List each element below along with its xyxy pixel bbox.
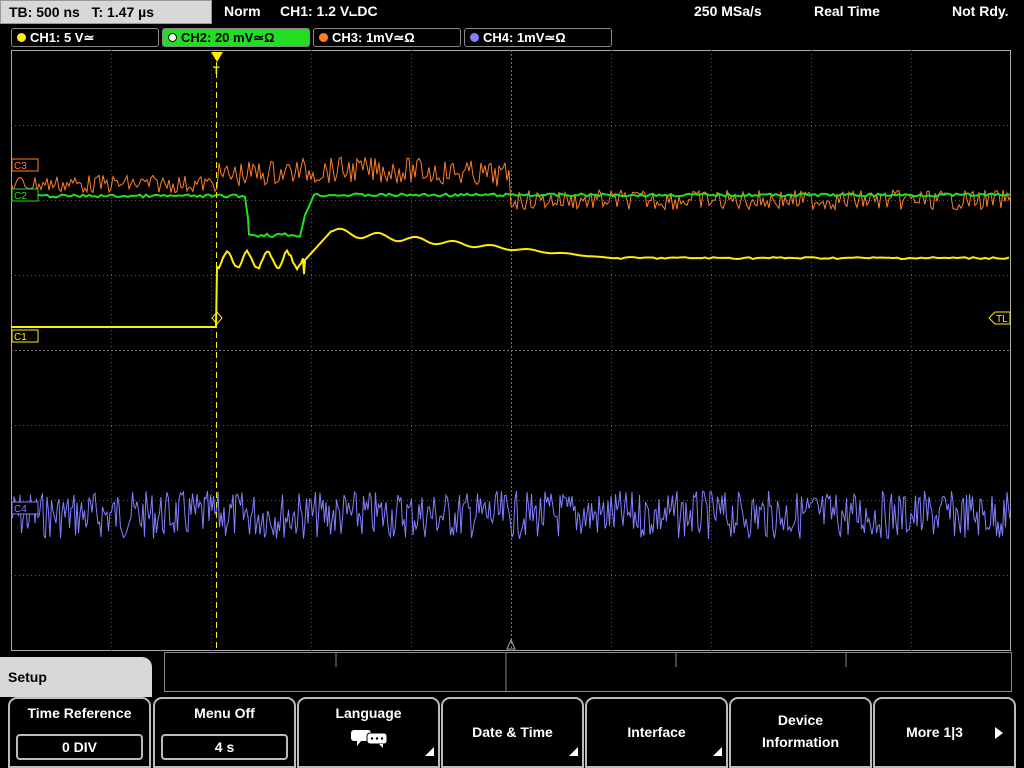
- ch4-color-dot: [470, 33, 479, 42]
- language-label: Language: [335, 705, 402, 721]
- submenu-indicator-icon: [569, 747, 578, 756]
- menu-title: Setup: [0, 657, 152, 697]
- trigger-time-value: T: 1.47 µs: [91, 4, 155, 20]
- device-information-button[interactable]: Device Information: [729, 697, 872, 768]
- menu-off-value: 4 s: [161, 734, 288, 760]
- ch2-label: CH2: 20 mV≃Ω: [181, 30, 275, 45]
- channel-tab-ch1[interactable]: CH1: 5 V≃: [11, 28, 159, 47]
- date-time-label: Date & Time: [472, 724, 553, 740]
- timebase-value: TB: 500 ns: [9, 4, 80, 20]
- interface-label: Interface: [627, 724, 686, 740]
- status-bar: TB: 500 ns T: 1.47 µs Norm CH1: 1.2 V⨽DC…: [0, 0, 1024, 26]
- device-info-label-1: Device: [777, 712, 824, 728]
- trigger-level-label: TL: [996, 314, 1008, 325]
- trigger-mode[interactable]: Norm: [224, 3, 261, 19]
- ch4-label: CH4: 1mV≃Ω: [483, 30, 566, 45]
- more-button[interactable]: More 1|3: [873, 697, 1016, 768]
- ch2-color-dot: [168, 33, 177, 42]
- timebase-box[interactable]: TB: 500 ns T: 1.47 µs: [0, 0, 212, 24]
- c3-marker: C3: [11, 158, 39, 172]
- c4-marker-label: C4: [14, 504, 27, 515]
- channel-tab-ch2[interactable]: CH2: 20 mV≃Ω: [162, 28, 310, 47]
- acquisition-mode[interactable]: Real Time: [814, 3, 880, 19]
- submenu-indicator-icon: [713, 747, 722, 756]
- waveform-grid: T C3 C2 C1 C4 TL: [11, 50, 1011, 651]
- overview-ticks: [335, 653, 847, 691]
- zoom-overview-strip: [164, 652, 1012, 692]
- c1-marker-label: C1: [14, 332, 27, 343]
- trigger-marker-label: T: [213, 65, 220, 77]
- ch1-color-dot: [17, 33, 26, 42]
- interface-button[interactable]: Interface: [585, 697, 728, 768]
- c1-marker: C1: [11, 329, 39, 343]
- sample-rate: 250 MSa/s: [694, 3, 762, 19]
- ready-status: Not Rdy.: [952, 3, 1009, 19]
- ch3-color-dot: [319, 33, 328, 42]
- c4-marker: C4: [11, 501, 39, 515]
- ch1-label: CH1: 5 V≃: [30, 30, 95, 45]
- trigger-source[interactable]: CH1: 1.2 V⨽DC: [280, 3, 378, 20]
- ch3-label: CH3: 1mV≃Ω: [332, 30, 415, 45]
- date-time-button[interactable]: Date & Time: [441, 697, 584, 768]
- time-reference-label: Time Reference: [27, 705, 132, 721]
- more-label: More 1|3: [906, 724, 963, 740]
- time-reference-button[interactable]: Time Reference 0 DIV: [8, 697, 151, 768]
- time-reference-value: 0 DIV: [16, 734, 143, 760]
- submenu-indicator-icon: [425, 747, 434, 756]
- c2-marker: C2: [11, 188, 39, 202]
- channel-tab-ch3[interactable]: CH3: 1mV≃Ω: [313, 28, 461, 47]
- speech-bubbles-icon: [350, 730, 387, 748]
- menu-off-label: Menu Off: [194, 705, 255, 721]
- c2-marker-label: C2: [14, 191, 27, 202]
- next-page-icon: [995, 727, 1003, 739]
- c3-marker-label: C3: [14, 161, 27, 172]
- device-info-label-2: Information: [762, 734, 839, 750]
- waveform-display[interactable]: T C3 C2 C1 C4 TL: [11, 50, 1011, 651]
- trigger-source-text: CH1: 1.2 V: [280, 3, 350, 19]
- menu-off-button[interactable]: Menu Off 4 s: [153, 697, 296, 768]
- channel-tab-ch4[interactable]: CH4: 1mV≃Ω: [464, 28, 612, 47]
- language-button[interactable]: Language: [297, 697, 440, 768]
- trigger-coupling: ⨽DC: [349, 3, 378, 19]
